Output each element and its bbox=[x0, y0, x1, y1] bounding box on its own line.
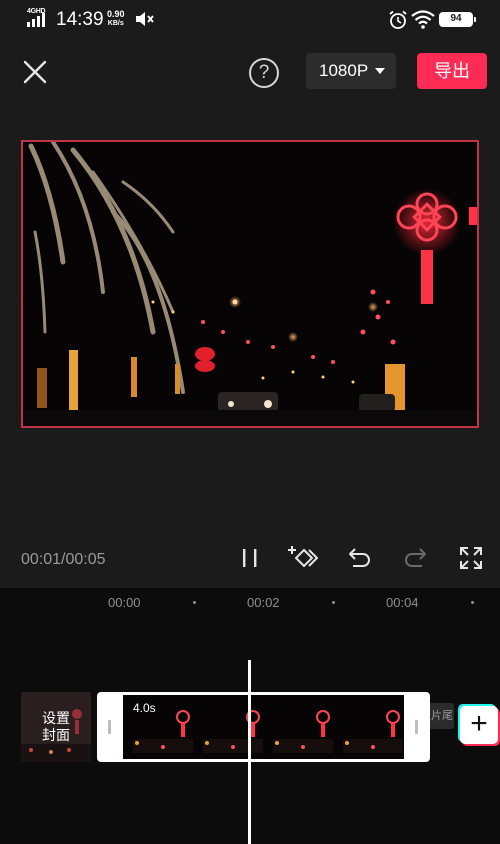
status-bar: 4GHD 14:39 0.90 KB/s 94 bbox=[0, 0, 500, 38]
resolution-dropdown[interactable]: 1080P bbox=[306, 53, 396, 89]
timeline-panel[interactable]: 00:00 00:02 00:04 设置 封面 4.0s 片尾 + bbox=[0, 588, 500, 844]
ending-tag[interactable]: 片尾 bbox=[430, 703, 454, 729]
battery-icon: 94 bbox=[439, 12, 476, 27]
network-speed-unit: KB/s bbox=[107, 20, 124, 27]
clip-filmstrip: 4.0s bbox=[123, 695, 404, 759]
timecode: 00:01/00:05 bbox=[21, 551, 106, 568]
set-cover-label: 设置 封面 bbox=[42, 710, 70, 743]
night-street-scene-image bbox=[23, 142, 477, 426]
clip-right-trim-handle[interactable] bbox=[415, 720, 418, 734]
resolution-value: 1080P bbox=[319, 61, 369, 80]
add-clip-button[interactable]: + bbox=[460, 706, 498, 744]
ruler-time-label: 00:00 bbox=[108, 595, 141, 610]
dropdown-caret-icon bbox=[375, 68, 385, 74]
ruler-time-label: 00:02 bbox=[247, 595, 280, 610]
playhead[interactable] bbox=[248, 660, 251, 844]
video-clip[interactable]: 4.0s bbox=[97, 692, 430, 762]
editor-toolbar: ? 1080P 导出 bbox=[0, 38, 500, 140]
clip-duration-label: 4.0s bbox=[133, 701, 156, 715]
export-button[interactable]: 导出 bbox=[417, 53, 487, 89]
redo-icon[interactable] bbox=[401, 544, 429, 572]
video-preview-area bbox=[0, 140, 500, 530]
playback-controls: 00:01/00:05 bbox=[0, 530, 500, 588]
ruler-time-label: 00:04 bbox=[386, 595, 419, 610]
undo-icon[interactable] bbox=[346, 544, 374, 572]
keyframe-icon[interactable] bbox=[287, 544, 321, 572]
clock: 14:39 bbox=[56, 9, 104, 30]
mute-icon bbox=[136, 12, 154, 26]
close-icon[interactable] bbox=[22, 59, 48, 85]
ruler-tick bbox=[332, 601, 335, 604]
alarm-icon bbox=[389, 10, 407, 29]
video-preview-frame[interactable] bbox=[21, 140, 479, 428]
set-cover-button[interactable]: 设置 封面 bbox=[21, 692, 91, 762]
clip-thumbnails bbox=[123, 695, 404, 759]
wifi-icon bbox=[411, 10, 435, 29]
signal-icon: 4GHD bbox=[27, 8, 49, 27]
ruler-tick bbox=[471, 601, 474, 604]
clip-left-trim-handle[interactable] bbox=[108, 720, 111, 734]
ruler-tick bbox=[193, 601, 196, 604]
help-button[interactable]: ? bbox=[249, 58, 279, 88]
network-speed-value: 0.90 bbox=[107, 9, 125, 19]
fullscreen-icon[interactable] bbox=[457, 544, 485, 572]
pause-icon[interactable] bbox=[236, 544, 264, 572]
network-speed: 0.90 KB/s bbox=[107, 9, 125, 29]
